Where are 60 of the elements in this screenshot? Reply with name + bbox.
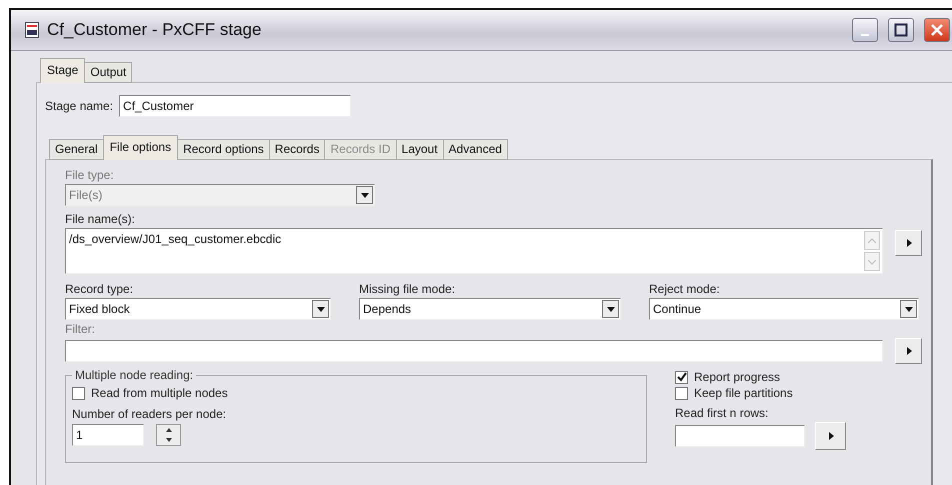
input-field[interactable]: Cf_Customer [119,95,352,117]
chevron-up-icon [868,238,876,244]
caret-right-icon [826,432,834,440]
checkmark-icon [676,372,686,382]
tab[interactable]: Stage [40,58,86,83]
browse-button[interactable] [895,338,922,364]
checkbox-label: Keep file partitions [694,386,793,400]
checkbox[interactable] [675,386,688,400]
input-field[interactable] [675,425,805,447]
caret-down-icon [360,191,368,199]
maximize-icon [894,23,908,37]
tab[interactable]: Records [268,139,326,160]
input-field[interactable] [65,340,883,362]
minimize-button[interactable] [852,18,878,42]
caret-right-icon [904,347,912,355]
chevron-down-icon [868,258,876,264]
tab[interactable]: Advanced [442,139,508,160]
browse-button[interactable] [815,422,846,450]
dropdown[interactable]: Fixed block [65,298,331,320]
tab[interactable]: File options [102,135,178,160]
field-label: File name(s): [65,212,136,226]
spin-button[interactable] [156,424,181,446]
caret-down-icon [316,305,324,313]
dropdown[interactable]: Continue [649,298,919,320]
tab[interactable]: Layout [396,139,444,160]
tab[interactable]: General [49,139,104,160]
field-label: File type: [65,168,115,182]
field-label: Stage name: [45,99,114,113]
dropdown[interactable]: Depends [359,298,621,320]
dropdown-button[interactable] [312,300,329,318]
dropdown-button[interactable] [900,300,917,318]
dropdown-button[interactable] [602,300,619,318]
arrow-down-icon [166,438,172,442]
minimize-icon [861,34,869,36]
document-icon [25,22,39,38]
close-button[interactable] [924,18,950,42]
tab[interactable]: Record options [177,139,270,160]
checkbox[interactable] [675,370,688,384]
field-label: Number of readers per node: [72,407,228,421]
field-label: Reject mode: [649,282,721,296]
maximize-button[interactable] [888,18,914,42]
close-icon [930,23,944,37]
field-label: Record type: [65,282,134,296]
input-field[interactable]: 1 [72,424,144,446]
browse-button[interactable] [895,230,922,256]
text-area[interactable]: /ds_overview/J01_seq_customer.ebcdic [65,228,883,274]
field-label: Read first n rows: [675,406,770,420]
checkbox-label: Read from multiple nodes [91,386,228,400]
checkbox[interactable] [72,386,85,400]
checkbox-label: Report progress [694,370,780,384]
caret-right-icon [904,239,912,247]
caret-down-icon [904,305,912,313]
field-label: Missing file mode: [359,282,456,296]
scrollbar[interactable] [864,231,880,271]
field-label: Filter: [65,322,96,336]
window-title: Cf_Customer - PxCFF stage [47,20,262,40]
caret-down-icon [606,305,614,313]
arrow-up-icon [166,428,172,432]
tab[interactable]: Output [84,62,132,83]
group-title: Multiple node reading: [72,368,196,382]
